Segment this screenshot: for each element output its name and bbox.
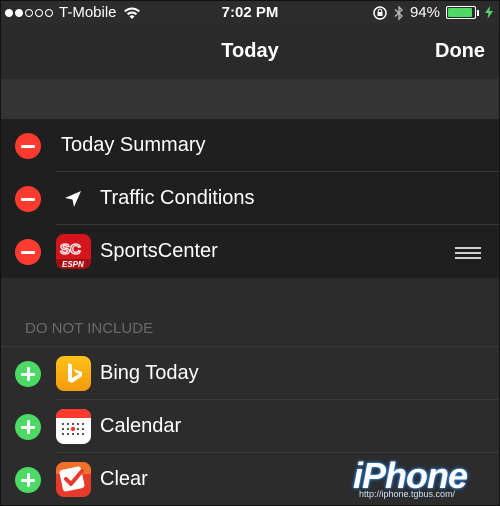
svg-text:SC: SC [60, 241, 81, 258]
bluetooth-icon [394, 4, 403, 21]
navigation-bar: Today Done [1, 25, 499, 80]
status-right: 94% [372, 4, 493, 21]
battery-percentage: 94% [409, 4, 440, 21]
plus-icon-vertical [26, 473, 30, 487]
today-view-edit-screen: T-Mobile 7:02 PM 94% Today Done Today Su… [0, 0, 500, 506]
excluded-section-header: DO NOT INCLUDE [1, 279, 499, 347]
widget-label: Bing Today [100, 362, 199, 384]
status-bar: T-Mobile 7:02 PM 94% [1, 1, 499, 25]
svg-text:ESPN: ESPN [62, 260, 84, 269]
add-button[interactable] [15, 414, 41, 440]
list-item: Calendar [1, 400, 499, 453]
location-arrow-icon [65, 191, 81, 207]
list-item: Today Summary [1, 119, 499, 172]
reorder-handle-icon[interactable] [455, 247, 481, 262]
widget-label: Today Summary [61, 134, 206, 156]
remove-button[interactable] [15, 133, 41, 159]
minus-icon [21, 250, 35, 254]
page-title: Today [221, 40, 279, 62]
plus-icon-vertical [26, 367, 30, 381]
remove-button[interactable] [15, 186, 41, 212]
calendar-icon [56, 409, 91, 444]
add-button[interactable] [15, 361, 41, 387]
watermark-logo: iPhone http://iphone.tgbus.com/ [353, 455, 493, 501]
minus-icon [21, 144, 35, 148]
rotation-lock-icon [373, 5, 387, 20]
widget-label: Calendar [100, 415, 182, 437]
battery-fill [448, 8, 473, 17]
section-header-label: DO NOT INCLUDE [25, 320, 154, 337]
done-button[interactable]: Done [435, 40, 485, 63]
watermark-url: http://iphone.tgbus.com/ [359, 489, 456, 499]
minus-icon [21, 197, 35, 201]
list-item: Bing Today [1, 347, 499, 400]
remove-button[interactable] [15, 239, 41, 265]
widget-label: Clear [100, 468, 148, 490]
widget-label: SportsCenter [100, 240, 218, 262]
list-item: Traffic Conditions [1, 172, 499, 225]
battery-icon [446, 6, 476, 19]
included-widgets-list: Today Summary Traffic Conditions SC ESPN… [1, 119, 499, 278]
sportscenter-espn-icon: SC ESPN [56, 234, 91, 269]
battery-tip [477, 9, 479, 16]
section-spacer [1, 79, 499, 119]
clear-icon [56, 462, 91, 497]
bing-icon [56, 356, 91, 391]
add-button[interactable] [15, 467, 41, 493]
charging-bolt-icon [485, 6, 493, 19]
widget-label: Traffic Conditions [100, 187, 255, 209]
list-item: SC ESPN SportsCenter [1, 225, 499, 278]
plus-icon-vertical [26, 420, 30, 434]
